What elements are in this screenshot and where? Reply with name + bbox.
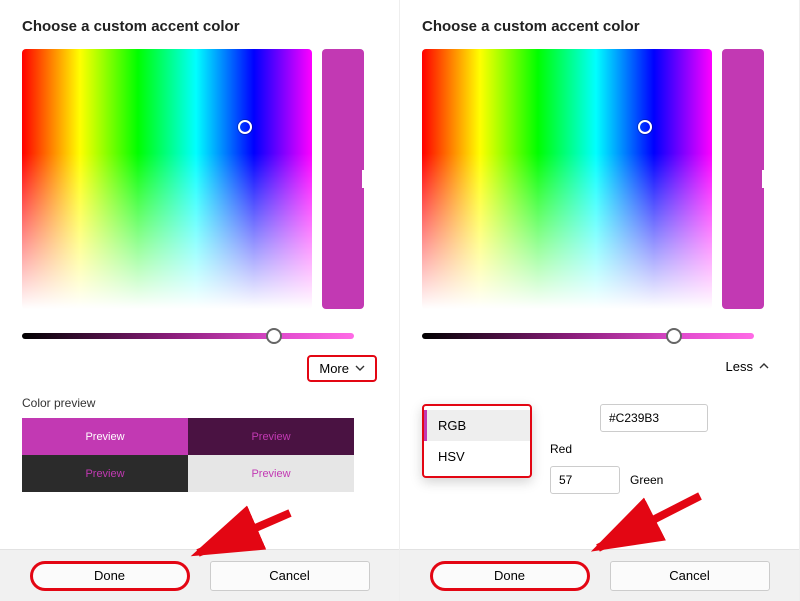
- green-input[interactable]: [550, 466, 620, 494]
- dialog-title: Choose a custom accent color: [22, 18, 377, 35]
- more-label: More: [319, 361, 349, 376]
- done-button[interactable]: Done: [430, 561, 590, 591]
- color-mode-dropdown[interactable]: RGB HSV: [422, 404, 532, 478]
- lightness-slider[interactable]: [22, 333, 354, 339]
- lightness-thumb[interactable]: [666, 328, 682, 344]
- chevron-up-icon: [759, 359, 769, 374]
- green-label: Green: [630, 473, 663, 487]
- cancel-button[interactable]: Cancel: [610, 561, 770, 591]
- value-bar-thumb[interactable]: [762, 170, 765, 188]
- hex-input[interactable]: [600, 404, 708, 432]
- more-toggle[interactable]: More: [307, 355, 377, 382]
- color-picker-panel-expanded: Choose a custom accent color Less RGB HS…: [400, 0, 800, 601]
- preview-swatch: Preview: [188, 418, 354, 455]
- red-label: Red: [550, 442, 572, 456]
- preview-swatch: Preview: [188, 455, 354, 492]
- value-bar-thumb[interactable]: [362, 170, 365, 188]
- spectrum-cursor[interactable]: [638, 120, 652, 134]
- done-button[interactable]: Done: [30, 561, 190, 591]
- chevron-down-icon: [355, 361, 365, 376]
- preview-swatch: Preview: [22, 455, 188, 492]
- lightness-thumb[interactable]: [266, 328, 282, 344]
- dialog-title: Choose a custom accent color: [422, 18, 777, 35]
- less-label: Less: [726, 359, 753, 374]
- mode-option-hsv[interactable]: HSV: [424, 441, 530, 472]
- cancel-button[interactable]: Cancel: [210, 561, 370, 591]
- color-spectrum[interactable]: [422, 49, 712, 309]
- less-toggle[interactable]: Less: [718, 355, 777, 378]
- dialog-footer: Done Cancel: [400, 549, 799, 601]
- color-spectrum[interactable]: [22, 49, 312, 309]
- preview-swatch: Preview: [22, 418, 188, 455]
- color-preview-grid: Preview Preview Preview Preview: [22, 418, 354, 492]
- value-bar[interactable]: [722, 49, 764, 309]
- color-preview-title: Color preview: [22, 396, 377, 410]
- lightness-slider[interactable]: [422, 333, 754, 339]
- spectrum-cursor[interactable]: [238, 120, 252, 134]
- color-picker-panel-collapsed: Choose a custom accent color More Color …: [0, 0, 400, 601]
- dialog-footer: Done Cancel: [0, 549, 399, 601]
- value-bar[interactable]: [322, 49, 364, 309]
- mode-option-rgb[interactable]: RGB: [424, 410, 530, 441]
